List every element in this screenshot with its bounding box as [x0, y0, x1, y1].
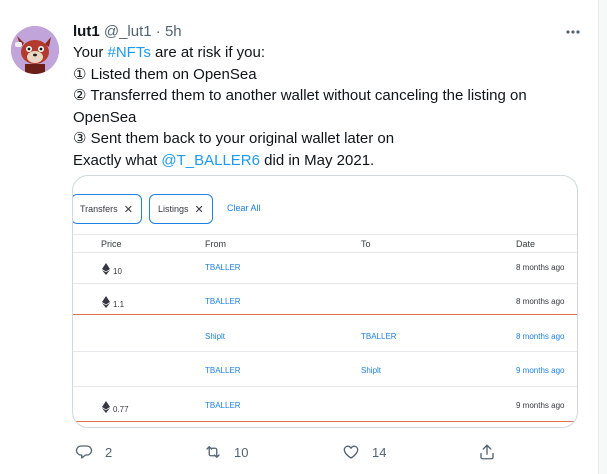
- table-row-to[interactable]: Shiplt: [361, 366, 381, 375]
- retweet-count: 10: [234, 444, 249, 460]
- tweet-line-1: Your #NFTs are at risk if you:: [73, 44, 266, 61]
- avatar[interactable]: [11, 26, 59, 74]
- table-row-date: 9 months ago: [516, 401, 565, 410]
- table-row-price: 10: [102, 263, 122, 276]
- divider: [73, 234, 577, 235]
- table-row-from[interactable]: TBALLER: [205, 297, 241, 306]
- table-row-price: 0.77: [102, 401, 129, 414]
- tweet-header: lut1 @_lut1 · 5h: [73, 23, 182, 41]
- column-header-to: To: [361, 239, 371, 249]
- tweet-actions: 2 10 14: [0, 440, 599, 464]
- table-row-date: 8 months ago: [516, 263, 565, 272]
- chip-label: Transfers: [80, 204, 118, 214]
- close-icon[interactable]: ✕: [124, 203, 133, 216]
- mention-link[interactable]: @T_BALLER6: [161, 152, 260, 169]
- retweet-icon: [206, 446, 220, 458]
- column-header-price: Price: [101, 239, 122, 249]
- reply-count: 2: [105, 444, 113, 460]
- close-icon[interactable]: ✕: [195, 203, 204, 216]
- table-row-date: 8 months ago: [516, 297, 565, 306]
- share-icon: [480, 444, 494, 460]
- highlight-divider: [73, 314, 577, 315]
- hashtag-link[interactable]: #NFTs: [107, 44, 150, 61]
- tweet-line-2: ① Listed them on OpenSea: [73, 65, 257, 83]
- author-name[interactable]: lut1: [73, 23, 100, 40]
- author-handle[interactable]: @_lut1: [104, 23, 152, 40]
- filter-chip-listings[interactable]: Listings ✕: [149, 194, 213, 224]
- reply-button[interactable]: 2: [75, 440, 112, 464]
- table-row-date[interactable]: 8 months ago: [516, 332, 564, 341]
- tweet-line-3: ② Transferred them to another wallet wit…: [73, 87, 527, 104]
- tweet-line-4: OpenSea: [73, 108, 137, 126]
- reply-icon: [75, 445, 93, 459]
- table-row-from[interactable]: TBALLER: [205, 366, 241, 375]
- tweet-time[interactable]: 5h: [165, 23, 182, 40]
- table-row-from[interactable]: TBALLER: [205, 263, 241, 272]
- clear-all-link[interactable]: Clear All: [227, 203, 261, 213]
- table-row-to[interactable]: TBALLER: [361, 332, 397, 341]
- chip-label: Listings: [158, 204, 189, 214]
- table-row-from[interactable]: Shiplt: [205, 332, 225, 341]
- table-row-date[interactable]: 9 months ago: [516, 366, 564, 375]
- highlight-divider: [73, 421, 577, 422]
- ethereum-icon: [102, 263, 110, 275]
- avatar-image: [11, 26, 59, 74]
- retweet-button[interactable]: 10: [204, 440, 248, 464]
- tweet-line-5: ③ Sent them back to your original wallet…: [73, 130, 395, 147]
- table-row-from[interactable]: TBALLER: [205, 401, 241, 410]
- ethereum-icon: [102, 401, 110, 413]
- divider: [73, 386, 577, 387]
- filter-chip-transfers[interactable]: Transfers ✕: [73, 194, 142, 224]
- column-header-from: From: [205, 239, 226, 249]
- tweet-line-6: Exactly what @T_BALLER6 did in May 2021.: [73, 151, 375, 169]
- page-background-strip: [599, 0, 607, 474]
- more-icon: [566, 30, 580, 34]
- like-count: 14: [372, 444, 387, 460]
- tweet-card[interactable]: lut1 @_lut1 · 5h Your #NFTs are at risk …: [0, 0, 599, 474]
- header-separator: ·: [155, 23, 161, 40]
- tweet-text: Your #NFTs are at risk if you: ① Listed …: [73, 42, 573, 171]
- divider: [73, 351, 577, 352]
- column-header-date: Date: [516, 239, 536, 249]
- divider: [73, 283, 577, 284]
- like-button[interactable]: 14: [342, 440, 386, 464]
- attached-image[interactable]: Transfers ✕ Listings ✕ Clear All Price F…: [72, 175, 578, 428]
- heart-icon: [343, 445, 359, 459]
- share-button[interactable]: [478, 440, 508, 464]
- more-options-button[interactable]: [561, 20, 585, 44]
- ethereum-icon: [102, 296, 110, 308]
- divider: [73, 252, 577, 253]
- table-row-price: 1.1: [102, 296, 124, 309]
